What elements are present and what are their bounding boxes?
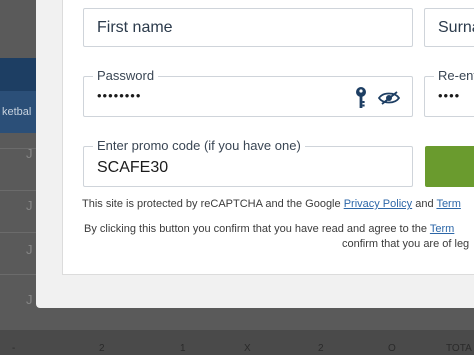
confirm-text: By clicking this button you confirm that… [84,223,430,235]
terms-link-2[interactable]: Term [430,223,454,235]
background-col: 1 [180,343,186,354]
background-col: TOTA [446,343,472,354]
confirm-notice-line2: confirm that you are of leg [342,238,469,250]
background-row-divider [0,274,36,275]
background-letter: J [26,198,33,213]
background-tab-label: ketbal [2,106,32,118]
surname-field[interactable]: Surna [424,8,474,47]
background-col: X [244,343,251,354]
key-icon[interactable] [354,86,368,110]
register-submit-button[interactable] [425,146,474,187]
first-name-placeholder: First name [97,19,173,36]
reenter-password-value: •••• [438,88,461,103]
password-field[interactable]: Password •••••••• [83,68,413,117]
confirm-notice: By clicking this button you confirm that… [84,223,454,235]
reenter-password-field[interactable]: Re-ent •••• [424,68,474,117]
password-value: •••••••• [97,88,142,103]
recaptcha-notice: This site is protected by reCAPTCHA and … [82,198,461,210]
background-col: - [12,343,16,354]
background-col: 2 [99,343,105,354]
recaptcha-text: This site is protected by reCAPTCHA and … [82,198,344,210]
recaptcha-and-text: and [412,198,437,210]
background-letter: J [26,146,33,161]
promo-code-label: Enter promo code (if you have one) [93,138,305,153]
background-letter: J [26,292,33,307]
surname-placeholder: Surna [438,19,474,36]
reenter-password-label: Re-ent [434,68,474,83]
promo-code-value: SCAFE30 [97,159,169,176]
background-row-divider [0,232,36,233]
terms-link[interactable]: Term [436,198,460,210]
eye-slash-icon[interactable] [378,91,400,105]
privacy-policy-link[interactable]: Privacy Policy [344,198,412,210]
password-label: Password [93,68,159,83]
background-col: 2 [318,343,324,354]
first-name-field[interactable]: First name [83,8,413,47]
confirm-line2-text: confirm that you are of leg [342,238,470,250]
background-letter: J [26,242,33,257]
background-tab-basketball: ketbal [0,91,36,133]
promo-code-field[interactable]: Enter promo code (if you have one) SCAFE… [83,138,413,187]
background-table-header: - 2 1 X 2 O TOTA [0,330,474,355]
background-header-band [0,58,36,91]
background-col: O [388,343,396,354]
background-row-divider [0,190,36,191]
